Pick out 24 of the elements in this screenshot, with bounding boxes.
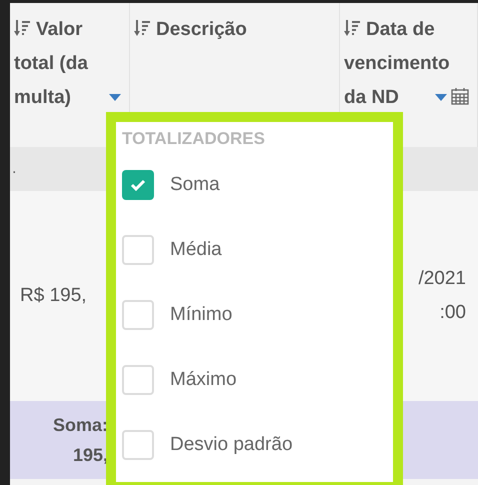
checkbox[interactable] — [122, 170, 154, 200]
sort-icon[interactable] — [344, 19, 360, 37]
caret-icon[interactable] — [435, 94, 447, 102]
table-cell-text: :00 — [440, 301, 466, 325]
sort-icon[interactable] — [14, 19, 30, 37]
summary-cell-text: 195, — [72, 444, 108, 467]
option-label[interactable]: Soma — [170, 170, 220, 200]
summary-cell-text: Soma: — [52, 414, 108, 437]
checkbox[interactable] — [122, 365, 154, 395]
table-cell-text: /2021 — [418, 267, 466, 291]
checkmark-icon — [130, 179, 146, 191]
calendar-icon[interactable] — [451, 87, 469, 105]
sort-icon[interactable] — [134, 19, 150, 37]
option-label[interactable]: Mínimo — [170, 300, 232, 330]
group-text: . — [11, 159, 16, 179]
table-cell-text: R$ 195, — [20, 284, 88, 308]
checkbox[interactable] — [122, 300, 154, 330]
option-label[interactable]: Desvio padrão — [170, 430, 293, 460]
checkbox[interactable] — [122, 235, 154, 265]
option-label[interactable]: Máximo — [170, 366, 237, 394]
menu-title: TOTALIZADORES — [122, 128, 266, 150]
option-label[interactable]: Média — [170, 236, 222, 264]
caret-icon[interactable] — [109, 94, 121, 102]
checkbox[interactable] — [122, 430, 154, 460]
